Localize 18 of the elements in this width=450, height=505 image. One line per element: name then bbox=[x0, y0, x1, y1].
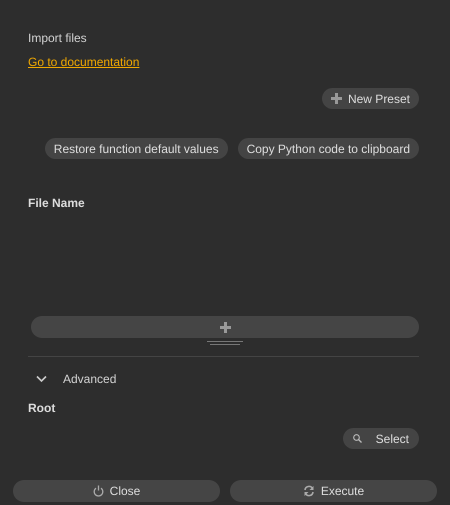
select-button[interactable]: Select bbox=[342, 428, 419, 449]
refresh-icon bbox=[302, 485, 315, 497]
plus-icon bbox=[220, 322, 230, 332]
close-button[interactable]: Close bbox=[13, 480, 220, 502]
file-name-label: File Name bbox=[28, 196, 85, 210]
search-icon bbox=[352, 434, 362, 443]
advanced-label: Advanced bbox=[63, 371, 116, 388]
action-button[interactable]: Restore function default values bbox=[44, 138, 228, 159]
root-label: Root bbox=[28, 401, 56, 415]
power-icon bbox=[92, 485, 104, 497]
title: Import files bbox=[28, 30, 87, 47]
new-preset-button[interactable]: New Preset bbox=[322, 88, 419, 109]
action-button[interactable]: Copy Python code to clipboard bbox=[238, 138, 419, 159]
execute-button[interactable]: Execute bbox=[230, 480, 437, 502]
documentation-link[interactable]: Go to documentation bbox=[28, 55, 140, 69]
plus-icon bbox=[330, 93, 342, 104]
chevron-icon[interactable] bbox=[36, 375, 47, 383]
resize-handle[interactable] bbox=[207, 341, 243, 346]
